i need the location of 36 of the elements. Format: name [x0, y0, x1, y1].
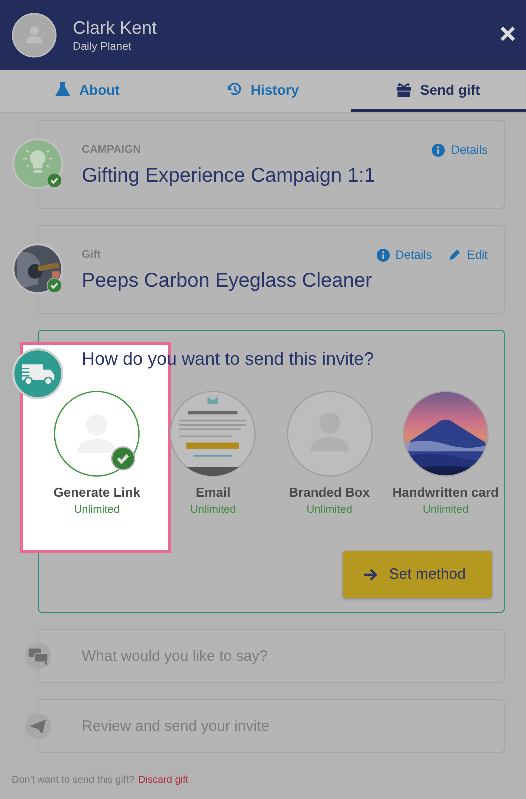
step-title: Peeps Carbon Eyeglass Cleaner	[82, 270, 374, 293]
method-availability: Unlimited	[190, 504, 236, 516]
method-availability: Unlimited	[306, 504, 353, 516]
set-method-button[interactable]: Set method	[343, 551, 492, 598]
method-name: Handwritten card	[392, 485, 499, 500]
company-name: Daily Planet	[73, 40, 133, 52]
tab[interactable]: History	[175, 70, 351, 112]
flask-icon	[55, 82, 72, 98]
step-label: Gift	[82, 249, 101, 261]
step-label: CAMPAIGN	[82, 144, 142, 156]
step-title: Review and send your invite	[82, 718, 270, 734]
details-link[interactable]: Details	[432, 143, 488, 157]
gift-icon	[396, 82, 412, 98]
avatar-icon	[12, 12, 57, 58]
info-icon	[376, 248, 390, 262]
step-title: Gifting Experience Campaign 1:1	[82, 165, 376, 188]
person-placeholder-icon[interactable]	[53, 390, 142, 478]
method-name: Branded Box	[289, 485, 370, 500]
method-availability: Unlimited	[74, 504, 120, 516]
history-icon	[226, 82, 243, 98]
contact-name: Clark Kent	[73, 18, 158, 38]
info-icon	[432, 144, 446, 156]
email-preview-drawing[interactable]	[169, 390, 258, 478]
details-link[interactable]: Details	[376, 248, 432, 262]
step-title: What would you like to say?	[82, 648, 268, 664]
method-availability: Unlimited	[422, 504, 469, 516]
close-icon[interactable]	[500, 26, 516, 42]
discard-gift-link[interactable]: Discard gift	[138, 775, 189, 786]
edit-link[interactable]: Edit	[448, 248, 488, 262]
tab[interactable]: Send gift	[350, 70, 526, 112]
arrow-right-icon	[363, 566, 380, 582]
method-name: Email	[196, 485, 231, 500]
discard-prompt: Don't want to send this gift?	[12, 775, 135, 786]
pencil-icon	[448, 248, 462, 262]
tab[interactable]: About	[0, 70, 176, 112]
method-name: Generate Link	[54, 485, 140, 500]
